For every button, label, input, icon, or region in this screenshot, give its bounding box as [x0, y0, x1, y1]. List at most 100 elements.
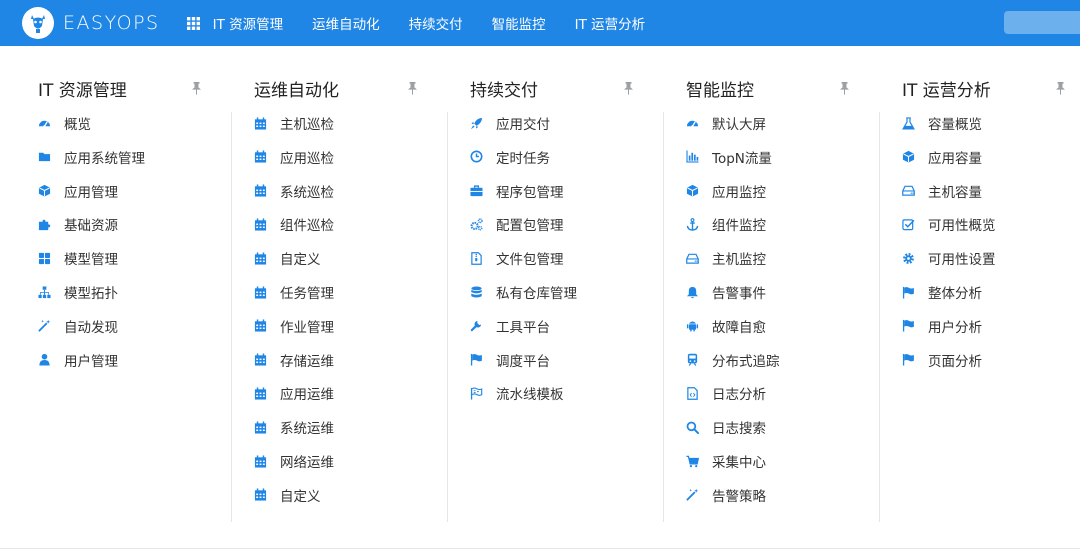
menu-item[interactable]: 组件监控 [686, 213, 766, 235]
menu-item[interactable]: 自定义 [254, 247, 321, 269]
android-icon [686, 319, 699, 332]
column-list: 默认大屏 TopN流量应用监控组件监控主机监控告警事件故障自愈分布式追踪日志分析日… [664, 112, 880, 522]
top-navbar: EASYOPS IT 资源管理 运维自动化 持续交付 智能监控 IT 运营分析 [0, 0, 1080, 46]
nav-ops-automation[interactable]: 运维自动化 [312, 13, 380, 33]
nav-it-resource[interactable]: IT 资源管理 [213, 13, 284, 33]
menu-item-label: 作业管理 [280, 319, 334, 336]
menu-item[interactable]: 模型拓扑 [38, 281, 118, 303]
menu-item[interactable]: 流水线模板 [470, 382, 564, 404]
menu-item[interactable]: 应用监控 [686, 180, 766, 202]
menu-item[interactable]: 概览 [38, 112, 91, 134]
menu-item[interactable]: 自定义 [254, 484, 321, 506]
menu-item[interactable]: 应用运维 [254, 382, 334, 404]
gears-icon [470, 218, 483, 231]
menu-item[interactable]: 工具平台 [470, 315, 550, 337]
bar-chart-icon [686, 150, 699, 163]
folder-icon [38, 150, 51, 163]
menu-item[interactable]: 整体分析 [902, 281, 982, 303]
search-input[interactable] [1004, 11, 1080, 34]
column-title: IT 资源管理 [38, 80, 127, 101]
pin-icon[interactable] [406, 81, 418, 95]
menu-item[interactable]: 作业管理 [254, 315, 334, 337]
menu-item[interactable]: 容量概览 [902, 112, 982, 134]
menu-item[interactable]: 日志搜索 [686, 416, 766, 438]
menu-item[interactable]: 主机容量 [902, 180, 982, 202]
menu-item[interactable]: 程序包管理 [470, 180, 564, 202]
calendar-icon [254, 488, 267, 501]
nav-it-ops-analysis[interactable]: IT 运营分析 [575, 13, 646, 33]
menu-item[interactable]: 配置包管理 [470, 213, 564, 235]
magic-wand-icon [38, 319, 51, 332]
menu-item-label: 应用监控 [712, 184, 766, 201]
menu-item[interactable]: 定时任务 [470, 146, 550, 168]
menu-item[interactable]: 主机监控 [686, 247, 766, 269]
menu-item-label: 分布式追踪 [712, 353, 780, 370]
menu-item[interactable]: 模型管理 [38, 247, 118, 269]
menu-item[interactable]: 用户分析 [902, 315, 982, 337]
menu-item[interactable]: TopN流量 [686, 146, 772, 168]
menu-item-label: 网络运维 [280, 455, 334, 471]
menu-column: IT 资源管理 概览应用系统管理 应用管理基础资源模型管理模型拓扑自动发现用户管理 [16, 46, 232, 552]
menu-item[interactable]: 系统巡检 [254, 180, 334, 202]
nav-continuous-delivery[interactable]: 持续交付 [409, 13, 463, 33]
column-header: 运维自动化 [254, 76, 418, 101]
column-header: IT 资源管理 [38, 76, 202, 101]
menu-item[interactable]: 存储运维 [254, 349, 334, 371]
column-title: 智能监控 [686, 80, 754, 101]
logo[interactable]: EASYOPS [22, 7, 160, 39]
file-archive-icon [470, 251, 483, 265]
menu-item-label: 采集中心 [712, 455, 766, 471]
menu-item[interactable]: 可用性设置 [902, 247, 996, 269]
column-list: 应用交付定时任务程序包管理配置包管理文件包管理私有仓库管理 工具平台调度平台流水线… [448, 112, 664, 522]
menu-column: IT 运营分析 容量概览应用容量主机容量可用性概览可用性设置整体分析用户分析页面分… [880, 46, 1080, 552]
menu-item[interactable]: 应用管理 [38, 180, 118, 202]
column-title: 运维自动化 [254, 80, 339, 101]
menu-item[interactable]: 私有仓库管理 [470, 281, 577, 303]
menu-item[interactable]: 页面分析 [902, 349, 982, 371]
app-grid-icon[interactable] [186, 15, 202, 31]
menu-item-label: 页面分析 [928, 353, 982, 370]
cart-icon [686, 455, 699, 468]
menu-item[interactable]: 应用容量 [902, 146, 982, 168]
menu-item[interactable]: 故障自愈 [686, 315, 766, 337]
briefcase-icon [470, 184, 483, 197]
pin-icon[interactable] [190, 81, 202, 95]
magic-wand-icon [686, 488, 699, 501]
flask-icon [902, 116, 915, 130]
menu-item[interactable]: 采集中心 [686, 450, 766, 472]
menu-item[interactable]: 告警事件 [686, 281, 766, 303]
menu-item-label: 整体分析 [928, 286, 982, 302]
menu-item[interactable]: 应用巡检 [254, 146, 334, 168]
menu-item-label: 应用容量 [928, 150, 982, 167]
menu-item[interactable]: 系统运维 [254, 416, 334, 438]
menu-item[interactable]: 日志分析 [686, 382, 766, 404]
menu-item[interactable]: 告警策略 [686, 484, 766, 506]
menu-item[interactable]: 基础资源 [38, 213, 118, 235]
menu-item[interactable]: 主机巡检 [254, 112, 334, 134]
user-icon [38, 353, 51, 366]
menu-item-label: 存储运维 [280, 353, 334, 370]
pin-icon[interactable] [838, 81, 850, 95]
menu-item[interactable]: 调度平台 [470, 349, 550, 371]
menu-item[interactable]: 文件包管理 [470, 247, 564, 269]
file-code-icon [686, 387, 699, 400]
pin-icon[interactable] [1054, 81, 1066, 95]
menu-item[interactable]: 默认大屏 [686, 112, 766, 134]
calendar-icon [254, 285, 267, 299]
menu-item[interactable]: 组件巡检 [254, 213, 334, 235]
menu-item[interactable]: 分布式追踪 [686, 349, 780, 371]
menu-item[interactable]: 网络运维 [254, 450, 334, 472]
menu-item[interactable]: 自动发现 [38, 315, 118, 337]
menu-item[interactable]: 应用交付 [470, 112, 550, 134]
menu-item[interactable]: 任务管理 [254, 281, 334, 303]
menu-item[interactable]: 应用系统管理 [38, 146, 145, 168]
menu-item-label: 自定义 [280, 252, 321, 269]
menu-item[interactable]: 用户管理 [38, 349, 118, 371]
nav-smart-monitoring[interactable]: 智能监控 [492, 13, 546, 33]
pin-icon[interactable] [622, 81, 634, 95]
menu-item[interactable]: 可用性概览 [902, 213, 996, 235]
column-header: IT 运营分析 [902, 76, 1066, 101]
calendar-icon [254, 319, 267, 332]
column-title: IT 运营分析 [902, 80, 991, 101]
train-icon [686, 353, 699, 366]
